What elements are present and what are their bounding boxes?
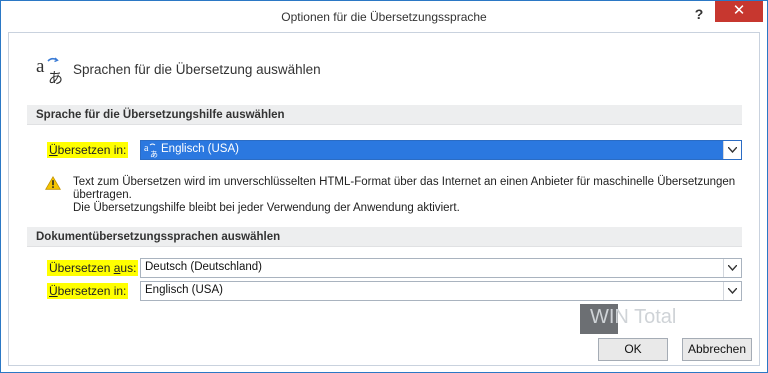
helper-language-select[interactable]: a あ Englisch (USA) — [140, 140, 742, 160]
section-header-document: Dokumentübersetzungssprachen auswählen — [27, 227, 742, 247]
chevron-down-icon — [728, 147, 737, 153]
svg-text:a: a — [144, 143, 149, 154]
dialog-client-area: a あ Sprachen für die Übersetzung auswähl… — [8, 32, 760, 366]
label-text: bersetzen in: — [57, 143, 127, 157]
dropdown-arrow[interactable] — [723, 141, 741, 159]
dropdown-arrow[interactable] — [723, 282, 741, 300]
label-text: bersetzen in: — [57, 284, 127, 298]
watermark-text: WIN Total — [590, 306, 677, 328]
section-header-helper: Sprache für die Übersetzungshilfe auswäh… — [27, 105, 742, 125]
warning-line-1: Text zum Übersetzen wird im unverschlüss… — [73, 176, 736, 201]
watermark-logo: WIN Total — [580, 298, 700, 340]
chevron-down-icon — [728, 265, 737, 271]
translate-to-label: Übersetzen in: — [47, 142, 129, 158]
ok-button[interactable]: OK — [598, 338, 668, 361]
svg-text:a: a — [36, 56, 45, 77]
section-divider — [27, 124, 742, 125]
translate-to-label: Übersetzen in: — [47, 283, 129, 299]
chevron-down-icon — [728, 288, 737, 294]
warning-text: Text zum Übersetzen wird im unverschlüss… — [73, 176, 743, 215]
translate-icon: a あ — [36, 56, 63, 85]
section-title: Dokumentübersetzungssprachen auswählen — [36, 231, 281, 243]
translate-from-label: Übersetzen aus: — [47, 260, 139, 276]
label-text: Übersetzen — [49, 261, 114, 275]
svg-text:あ: あ — [150, 150, 158, 158]
window-title: Optionen für die Übersetzungssprache — [281, 10, 487, 24]
selected-value: Englisch (USA) — [145, 284, 223, 296]
svg-text:あ: あ — [48, 69, 63, 85]
dropdown-arrow[interactable] — [723, 259, 741, 277]
label-text: us: — [120, 261, 137, 275]
dialog-heading: Sprachen für die Übersetzung auswählen — [73, 62, 321, 77]
access-key: Ü — [49, 284, 58, 298]
title-bar: Optionen für die Übersetzungssprache ? ✕ — [1, 1, 767, 32]
document-from-language-select[interactable]: Deutsch (Deutschland) — [140, 258, 742, 278]
dialog-window: Optionen für die Übersetzungssprache ? ✕… — [0, 0, 768, 373]
warning-icon — [45, 176, 61, 190]
help-button[interactable]: ? — [689, 5, 709, 23]
section-divider — [27, 246, 742, 247]
access-key: Ü — [49, 143, 58, 157]
warning-line-2: Die Übersetzungshilfe bleibt bei jeder V… — [73, 202, 460, 214]
cancel-button[interactable]: Abbrechen — [682, 338, 752, 361]
close-button[interactable]: ✕ — [715, 1, 763, 22]
selected-value: Englisch (USA) — [161, 143, 239, 155]
translate-icon: a あ — [144, 143, 158, 158]
selected-value: Deutsch (Deutschland) — [145, 261, 262, 273]
section-title: Sprache für die Übersetzungshilfe auswäh… — [36, 109, 285, 121]
